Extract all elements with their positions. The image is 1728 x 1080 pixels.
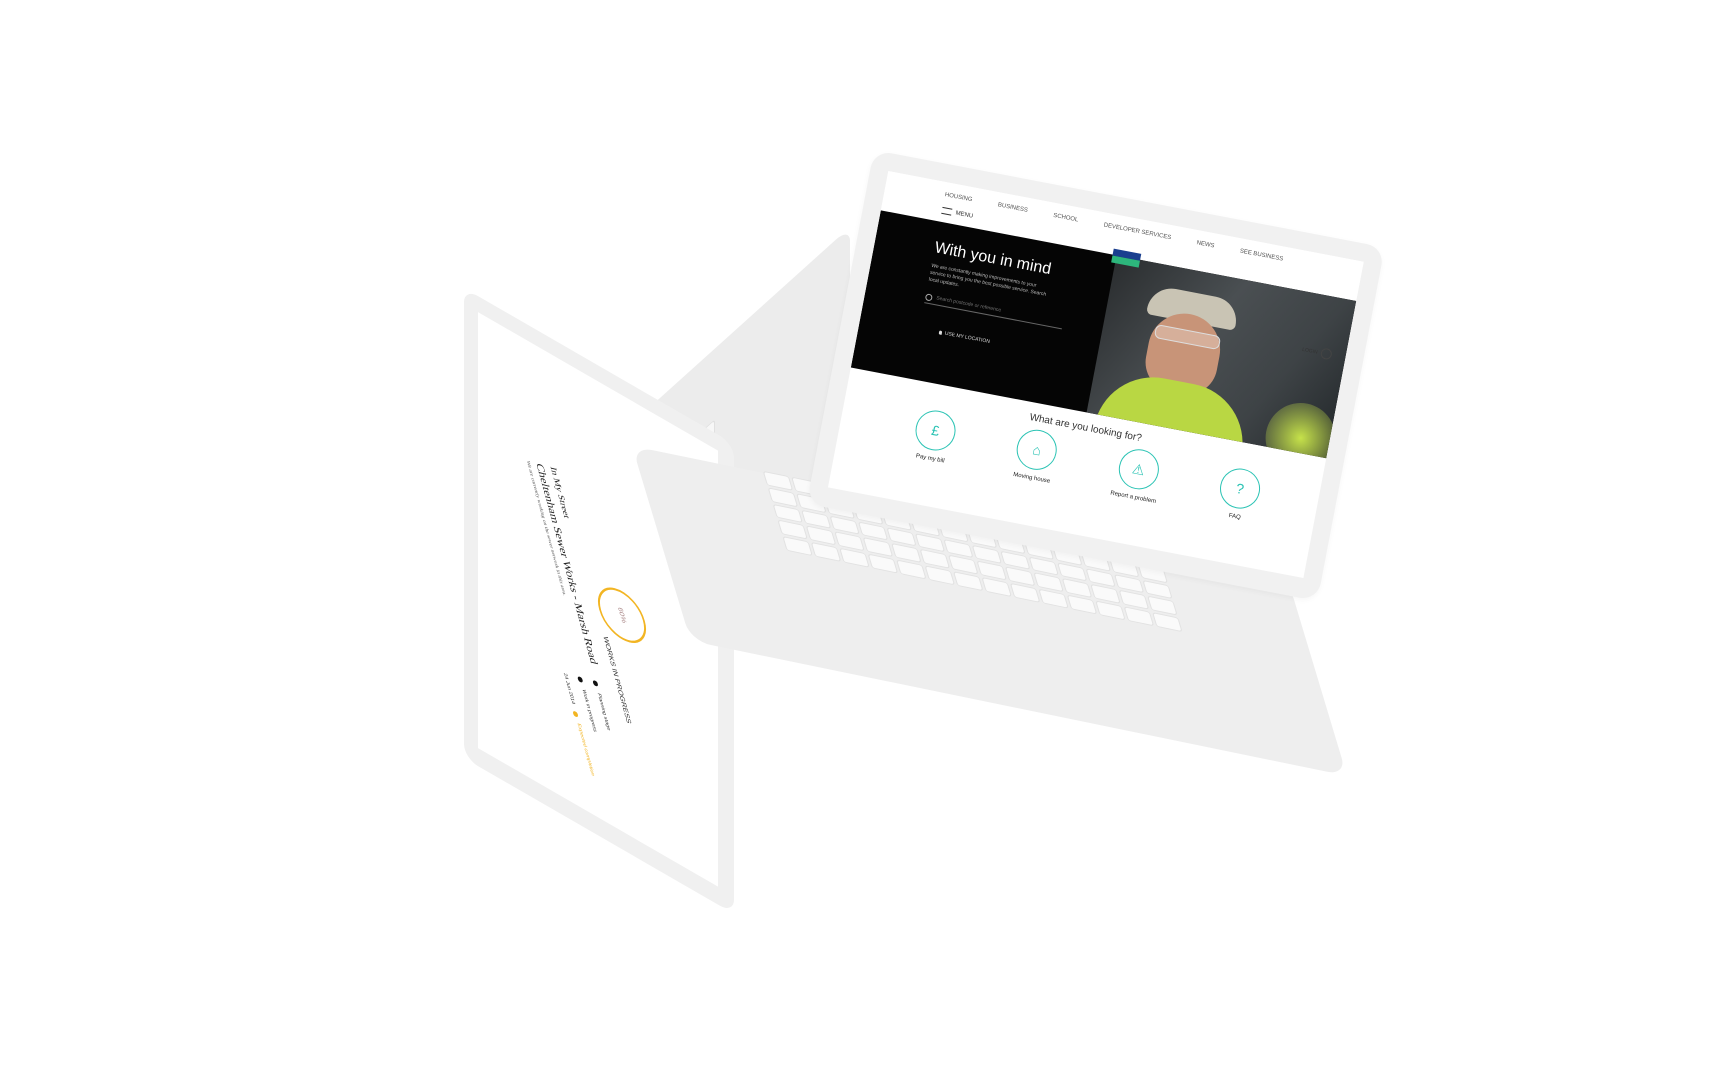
nav-link-news[interactable]: NEWS xyxy=(1196,240,1215,249)
keyboard-key xyxy=(1086,569,1115,587)
keyboard-key xyxy=(972,545,1001,564)
nav-link-school[interactable]: SCHOOL xyxy=(1053,213,1079,224)
nav-link-developer-services[interactable]: DEVELOPER SERVICES xyxy=(1103,222,1172,241)
keyboard-key xyxy=(859,522,887,540)
right-laptop: HOUSING BUSINESS SCHOOL DEVELOPER SERVIC… xyxy=(0,0,1728,1080)
keyboard-key xyxy=(835,532,864,551)
keyboard-key xyxy=(778,521,807,539)
menu-button[interactable]: MENU xyxy=(941,206,974,220)
tile-report-a-problem[interactable]: ⚠ Report a problem xyxy=(1098,443,1177,507)
keyboard-key xyxy=(1115,574,1143,593)
tile-label: FAQ xyxy=(1228,512,1242,522)
laptops-mockup-scene: In My Street Cheltenham Sewer Works - Ma… xyxy=(0,0,1728,1080)
tile-faq[interactable]: ? FAQ xyxy=(1200,462,1279,526)
keyboard-key xyxy=(887,528,916,546)
keyboard-key xyxy=(764,472,792,490)
use-location-label: USE MY LOCATION xyxy=(944,330,991,346)
tile-label: Moving house xyxy=(1012,471,1051,485)
nav-link-housing[interactable]: HOUSING xyxy=(944,192,973,203)
keyboard-key xyxy=(864,538,892,557)
tile-moving-house[interactable]: ⌂ Moving house xyxy=(997,424,1076,488)
keyboard-key xyxy=(1058,563,1087,581)
keyboard-key xyxy=(1148,597,1177,615)
search-icon xyxy=(924,292,934,301)
blurred-foliage xyxy=(1259,397,1342,459)
keyboard-key xyxy=(920,550,949,568)
tile-label: Pay my bill xyxy=(915,453,945,465)
moving-house-icon: ⌂ xyxy=(1013,426,1061,474)
use-location-button[interactable]: USE MY LOCATION xyxy=(938,329,990,345)
keyboard-key xyxy=(1063,579,1092,598)
user-icon xyxy=(1319,347,1333,361)
keyboard-key xyxy=(1001,551,1030,569)
question-icon: ? xyxy=(1216,465,1264,512)
keyboard-key xyxy=(1006,567,1035,586)
keyboard-key xyxy=(768,488,797,506)
nav-link-business[interactable]: BUSINESS xyxy=(997,202,1028,214)
tile-pay-my-bill[interactable]: £ Pay my bill xyxy=(895,404,974,468)
keyboard-key xyxy=(1120,591,1148,609)
keyboard-key xyxy=(1034,573,1063,592)
keyboard-key xyxy=(807,526,836,545)
keyboard-key xyxy=(892,544,921,562)
keyboard-key xyxy=(1091,585,1120,603)
keyboard-key xyxy=(1143,580,1172,599)
login-label: LOGIN xyxy=(1301,346,1319,356)
keyboard-key xyxy=(977,562,1006,580)
keyboard-key xyxy=(830,516,859,534)
nav-link-see-business[interactable]: SEE BUSINESS xyxy=(1239,248,1283,262)
keyboard-key xyxy=(944,539,973,558)
keyboard-key xyxy=(949,556,978,574)
location-pin-icon xyxy=(938,330,943,335)
tile-label: Report a problem xyxy=(1109,490,1157,505)
bill-icon: £ xyxy=(912,407,959,454)
keyboard-key xyxy=(802,510,831,528)
keyboard-key xyxy=(916,533,944,552)
warning-icon: ⚠ xyxy=(1115,445,1162,493)
keyboard-key xyxy=(1029,557,1058,575)
keyboard-key xyxy=(773,504,802,523)
menu-label: MENU xyxy=(955,209,974,220)
right-laptop-screen: HOUSING BUSINESS SCHOOL DEVELOPER SERVIC… xyxy=(827,171,1364,579)
hamburger-icon xyxy=(941,206,953,216)
